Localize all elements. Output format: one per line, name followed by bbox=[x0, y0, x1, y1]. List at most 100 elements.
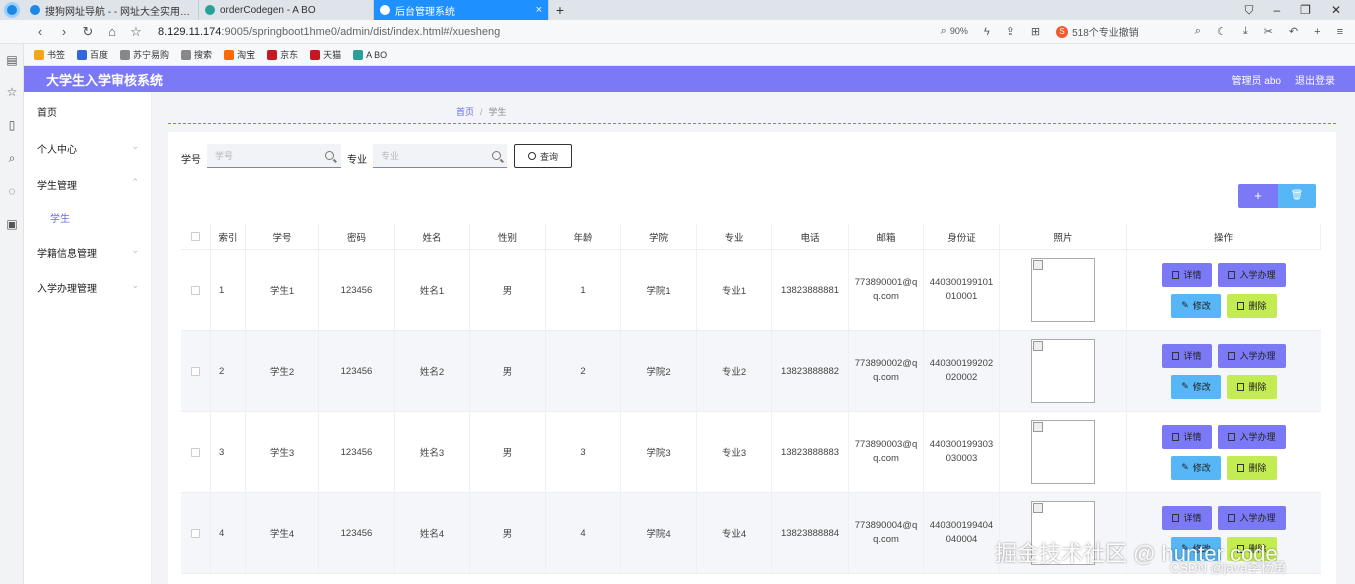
bookmark-label: 淘宝 bbox=[237, 50, 256, 60]
search-icon[interactable]: ⌕ bbox=[1195, 25, 1201, 38]
cell-college: 学院2 bbox=[621, 331, 697, 411]
close-window-icon[interactable]: ✕ bbox=[1331, 3, 1341, 18]
cell-no: 学生4 bbox=[246, 493, 319, 573]
sidebar-item-records[interactable]: 学籍信息管理 ⌄ bbox=[37, 245, 139, 260]
bookmark-item[interactable]: 书签 bbox=[34, 48, 65, 61]
header-divider bbox=[168, 123, 1336, 124]
edit-button[interactable]: ✎ 修改 bbox=[1171, 455, 1221, 480]
logout-link[interactable]: 退出登录 bbox=[1295, 72, 1335, 87]
cell-pwd: 123456 bbox=[319, 412, 395, 492]
detail-button[interactable]: 详情 bbox=[1162, 424, 1212, 449]
edit-button[interactable]: ✎ 修改 bbox=[1171, 374, 1221, 399]
delete-button[interactable]: 删除 bbox=[1227, 374, 1277, 399]
sidebar-item-enrollment[interactable]: 入学办理管理 ⌄ bbox=[37, 280, 139, 295]
checkbox[interactable] bbox=[191, 447, 200, 457]
breadcrumb-home[interactable]: 首页 bbox=[456, 107, 474, 117]
student-no-input[interactable] bbox=[207, 144, 341, 168]
breadcrumb-separator: / bbox=[480, 107, 483, 117]
enroll-button[interactable]: 入学办理 bbox=[1218, 424, 1286, 449]
forward-icon[interactable]: › bbox=[52, 24, 76, 39]
delete-button[interactable]: 删除 bbox=[1227, 293, 1277, 318]
star-icon[interactable]: ☆ bbox=[124, 24, 148, 40]
bookmark-item[interactable]: 百度 bbox=[77, 48, 108, 61]
favicon-icon bbox=[380, 5, 390, 15]
edit-button[interactable]: ✎ 修改 bbox=[1171, 293, 1221, 318]
row-select-cell[interactable] bbox=[181, 412, 211, 492]
bookmark-item[interactable]: A BO bbox=[353, 49, 388, 60]
cell-age: 2 bbox=[546, 331, 621, 411]
notes-icon[interactable]: ▣ bbox=[4, 216, 20, 232]
menu-icon[interactable]: ≡ bbox=[1337, 26, 1343, 38]
browser-tab[interactable]: 后台管理系统 × bbox=[374, 0, 549, 20]
download-icon[interactable]: ⤓ bbox=[1243, 25, 1248, 38]
cell-name: 姓名3 bbox=[395, 412, 470, 492]
minimize-icon[interactable]: – bbox=[1273, 3, 1280, 18]
bookmark-item[interactable]: 搜索 bbox=[181, 48, 212, 61]
cell-college: 学院4 bbox=[621, 493, 697, 573]
row-select-cell[interactable] bbox=[181, 493, 211, 573]
favorites-icon[interactable]: ☆ bbox=[4, 84, 20, 100]
checkbox[interactable] bbox=[191, 232, 200, 241]
student-table: 索引 学号 密码 姓名 性别 年龄 学院 专业 电话 邮箱 身份证 照片 操作 1 学生1 123456 姓名… bbox=[181, 224, 1321, 574]
cell-text: 13823888881 bbox=[780, 284, 840, 296]
select-all-checkbox[interactable] bbox=[181, 224, 211, 249]
detail-label: 详情 bbox=[1183, 270, 1202, 280]
detail-button[interactable]: 详情 bbox=[1162, 505, 1212, 530]
sidebar-item-home[interactable]: 首页 bbox=[37, 104, 139, 119]
bookmark-item[interactable]: 天猫 bbox=[310, 48, 341, 61]
bookmark-label: 搜索 bbox=[194, 50, 213, 60]
grid-icon[interactable]: ⊞ bbox=[1031, 25, 1040, 38]
new-tab-button[interactable]: + bbox=[549, 2, 571, 18]
bolt-icon[interactable]: ϟ bbox=[984, 26, 990, 38]
reader-icon[interactable]: ▤ bbox=[4, 52, 20, 68]
sidebar-item-personal[interactable]: 个人中心 ⌄ bbox=[37, 141, 139, 156]
browser-tab[interactable]: orderCodegen - A BO bbox=[199, 0, 374, 20]
bookmark-label: A BO bbox=[366, 49, 388, 60]
app-header: 大学生入学审核系统 管理员 abo 退出登录 bbox=[24, 66, 1355, 92]
close-tab-icon[interactable]: × bbox=[536, 4, 542, 16]
detail-button[interactable]: 详情 bbox=[1162, 262, 1212, 287]
bookmark-item[interactable]: 苏宁易购 bbox=[120, 48, 169, 61]
book-icon[interactable]: ▯ bbox=[4, 117, 20, 133]
sidebar-subitem-student[interactable]: 学生 bbox=[50, 210, 70, 225]
shirt-icon[interactable]: ⛉ bbox=[1244, 3, 1253, 18]
cell-gender: 男 bbox=[470, 493, 546, 573]
sidebar-item-students[interactable]: 学生管理 ⌃ bbox=[37, 177, 139, 192]
enroll-button[interactable]: 入学办理 bbox=[1218, 343, 1286, 368]
search-rail-icon[interactable]: ⌕ bbox=[4, 150, 20, 166]
cell-name: 姓名4 bbox=[395, 493, 470, 573]
major-input[interactable] bbox=[373, 144, 507, 168]
detail-button[interactable]: 详情 bbox=[1162, 343, 1212, 368]
moon-icon[interactable]: ☾ bbox=[1217, 25, 1227, 38]
batch-delete-button[interactable]: 🗑 bbox=[1278, 184, 1316, 208]
add-button[interactable]: + bbox=[1238, 184, 1278, 208]
bookmark-label: 京东 bbox=[280, 50, 299, 60]
home-icon[interactable]: ⌂ bbox=[100, 24, 124, 39]
enroll-button[interactable]: 入学办理 bbox=[1218, 505, 1286, 530]
checkbox[interactable] bbox=[191, 528, 200, 538]
enroll-button[interactable]: 入学办理 bbox=[1218, 262, 1286, 287]
bookmark-item[interactable]: 淘宝 bbox=[224, 48, 255, 61]
share-icon[interactable]: ⇪ bbox=[1006, 25, 1015, 38]
url-field[interactable]: 8.129.11.174:9005/springboot1hme0/admin/… bbox=[158, 26, 500, 38]
search-hint[interactable]: S 518个专业撤销 bbox=[1056, 24, 1139, 39]
checkbox[interactable] bbox=[191, 285, 200, 295]
delete-button[interactable]: 删除 bbox=[1227, 455, 1277, 480]
row-select-cell[interactable] bbox=[181, 250, 211, 330]
plus-icon[interactable]: + bbox=[1314, 26, 1320, 38]
browser-tab[interactable]: 搜狗网址导航 - - 网址大全实用网址 bbox=[24, 0, 199, 20]
checkbox[interactable] bbox=[191, 366, 200, 376]
breadcrumb: 首页 / 学生 bbox=[456, 105, 507, 118]
scissors-icon[interactable]: ✂ bbox=[1264, 25, 1273, 38]
bookmark-item[interactable]: 京东 bbox=[267, 48, 298, 61]
chat-icon[interactable]: ◌ bbox=[4, 183, 20, 199]
reload-icon[interactable]: ↻ bbox=[76, 24, 100, 40]
zoom-indicator[interactable]: ⌕ 90% bbox=[941, 25, 968, 38]
maximize-icon[interactable]: ❐ bbox=[1300, 3, 1311, 18]
cell-index: 2 bbox=[211, 331, 246, 411]
undo-icon[interactable]: ↶ bbox=[1289, 25, 1298, 38]
app-title: 大学生入学审核系统 bbox=[46, 72, 164, 88]
row-select-cell[interactable] bbox=[181, 331, 211, 411]
back-icon[interactable]: ‹ bbox=[28, 24, 52, 39]
query-button[interactable]: 查询 bbox=[514, 144, 572, 168]
